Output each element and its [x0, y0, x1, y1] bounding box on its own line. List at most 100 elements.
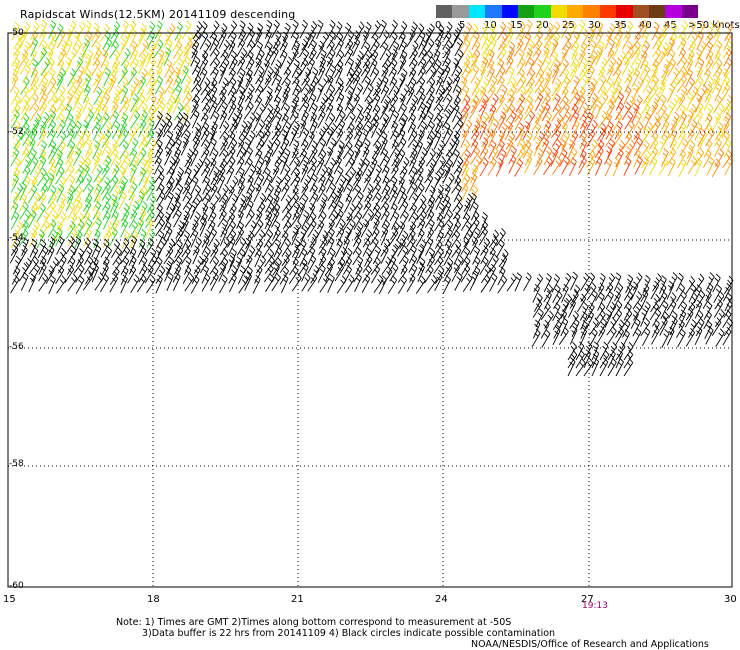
- wind-barb: [91, 256, 99, 276]
- wind-barb: [399, 113, 408, 133]
- wind-barb: [369, 49, 379, 69]
- wind-barb: [83, 84, 91, 104]
- wind-barb: [137, 185, 148, 204]
- legend-color-swatch: [468, 5, 486, 18]
- wind-barb: [409, 211, 419, 231]
- wind-barb: [480, 237, 491, 256]
- wind-barb: [236, 38, 246, 57]
- wind-barb: [583, 357, 594, 377]
- wind-barb: [145, 68, 155, 87]
- wind-barb: [579, 301, 589, 321]
- wind-barb: [408, 254, 418, 273]
- wind-barb: [346, 203, 356, 222]
- wind-barb: [289, 47, 299, 67]
- wind-barb: [351, 93, 361, 113]
- wind-barb: [390, 120, 399, 140]
- wind-barb: [209, 256, 220, 275]
- wind-barb: [452, 73, 461, 93]
- wind-barb: [120, 237, 130, 257]
- wind-barb: [399, 230, 409, 249]
- wind-barb: [38, 255, 47, 275]
- wind-barb: [640, 307, 648, 327]
- wind-barb: [453, 84, 462, 104]
- wind-barb: [344, 30, 355, 49]
- wind-barb: [723, 57, 733, 77]
- wind-barb: [111, 120, 121, 140]
- wind-barb: [111, 217, 120, 237]
- wind-barb: [281, 173, 291, 192]
- wind-barb: [721, 82, 731, 102]
- wind-barb: [391, 155, 400, 174]
- wind-barb: [409, 139, 419, 159]
- wind-barb: [298, 38, 308, 58]
- wind-barb: [189, 219, 199, 238]
- wind-barb: [182, 182, 191, 202]
- wind-barb: [336, 275, 347, 294]
- wind-barb: [325, 84, 336, 103]
- wind-barb: [92, 121, 101, 141]
- wind-barb: [202, 175, 211, 195]
- wind-barb: [253, 28, 263, 48]
- wind-barb: [599, 349, 610, 369]
- wind-barb: [488, 140, 497, 159]
- wind-barb: [55, 102, 66, 121]
- legend-color-swatch: [648, 5, 666, 18]
- wind-barb: [399, 156, 410, 176]
- wind-barb: [253, 219, 264, 238]
- wind-barb: [433, 255, 444, 274]
- wind-barb: [292, 245, 300, 265]
- wind-barb: [219, 110, 228, 130]
- wind-barb: [450, 229, 461, 249]
- wind-barb: [568, 86, 579, 105]
- wind-barb: [180, 217, 189, 237]
- wind-barb: [702, 290, 712, 309]
- wind-barb: [648, 82, 659, 102]
- wind-barb: [291, 226, 299, 246]
- wind-barb: [154, 20, 163, 40]
- wind-barb: [66, 119, 77, 139]
- wind-barb: [64, 164, 75, 183]
- wind-barb: [370, 39, 380, 59]
- wind-barb: [46, 104, 57, 124]
- wind-barb: [75, 21, 86, 40]
- wind-barb: [677, 328, 686, 348]
- wind-barb: [271, 128, 281, 147]
- wind-barb: [102, 245, 112, 265]
- wind-barb: [218, 77, 229, 96]
- wind-barb: [111, 156, 122, 175]
- wind-barb: [580, 110, 589, 130]
- wind-barb: [406, 236, 416, 255]
- wind-barb: [192, 21, 203, 40]
- wind-barb: [623, 349, 634, 369]
- wind-barb: [417, 57, 427, 76]
- wind-barb: [38, 183, 48, 202]
- wind-barb: [181, 46, 190, 66]
- wind-barb: [631, 103, 640, 123]
- wind-barb: [525, 68, 536, 87]
- wind-barb: [389, 183, 398, 203]
- wind-barb: [567, 357, 576, 377]
- wind-barb: [677, 121, 687, 141]
- legend-color-swatch: [632, 5, 649, 18]
- wind-barb: [688, 283, 697, 303]
- wind-barb: [153, 155, 162, 175]
- wind-barb: [642, 74, 652, 94]
- wind-barb: [443, 200, 452, 220]
- wind-barb: [236, 146, 247, 165]
- wind-barb: [245, 57, 255, 76]
- wind-barb: [381, 58, 392, 77]
- wind-barb: [552, 156, 562, 175]
- wind-barb: [271, 66, 280, 86]
- wind-barb: [352, 65, 362, 85]
- wind-barb: [658, 157, 668, 176]
- wind-barb: [271, 121, 282, 141]
- wind-barb: [291, 273, 302, 292]
- wind-barb: [426, 247, 436, 267]
- wind-barb: [379, 147, 389, 167]
- wind-barb: [166, 166, 175, 186]
- wind-barb: [261, 74, 272, 93]
- wind-barb: [147, 194, 157, 213]
- wind-barb: [586, 128, 596, 148]
- wind-barb: [336, 218, 346, 238]
- wind-barb: [145, 112, 155, 131]
